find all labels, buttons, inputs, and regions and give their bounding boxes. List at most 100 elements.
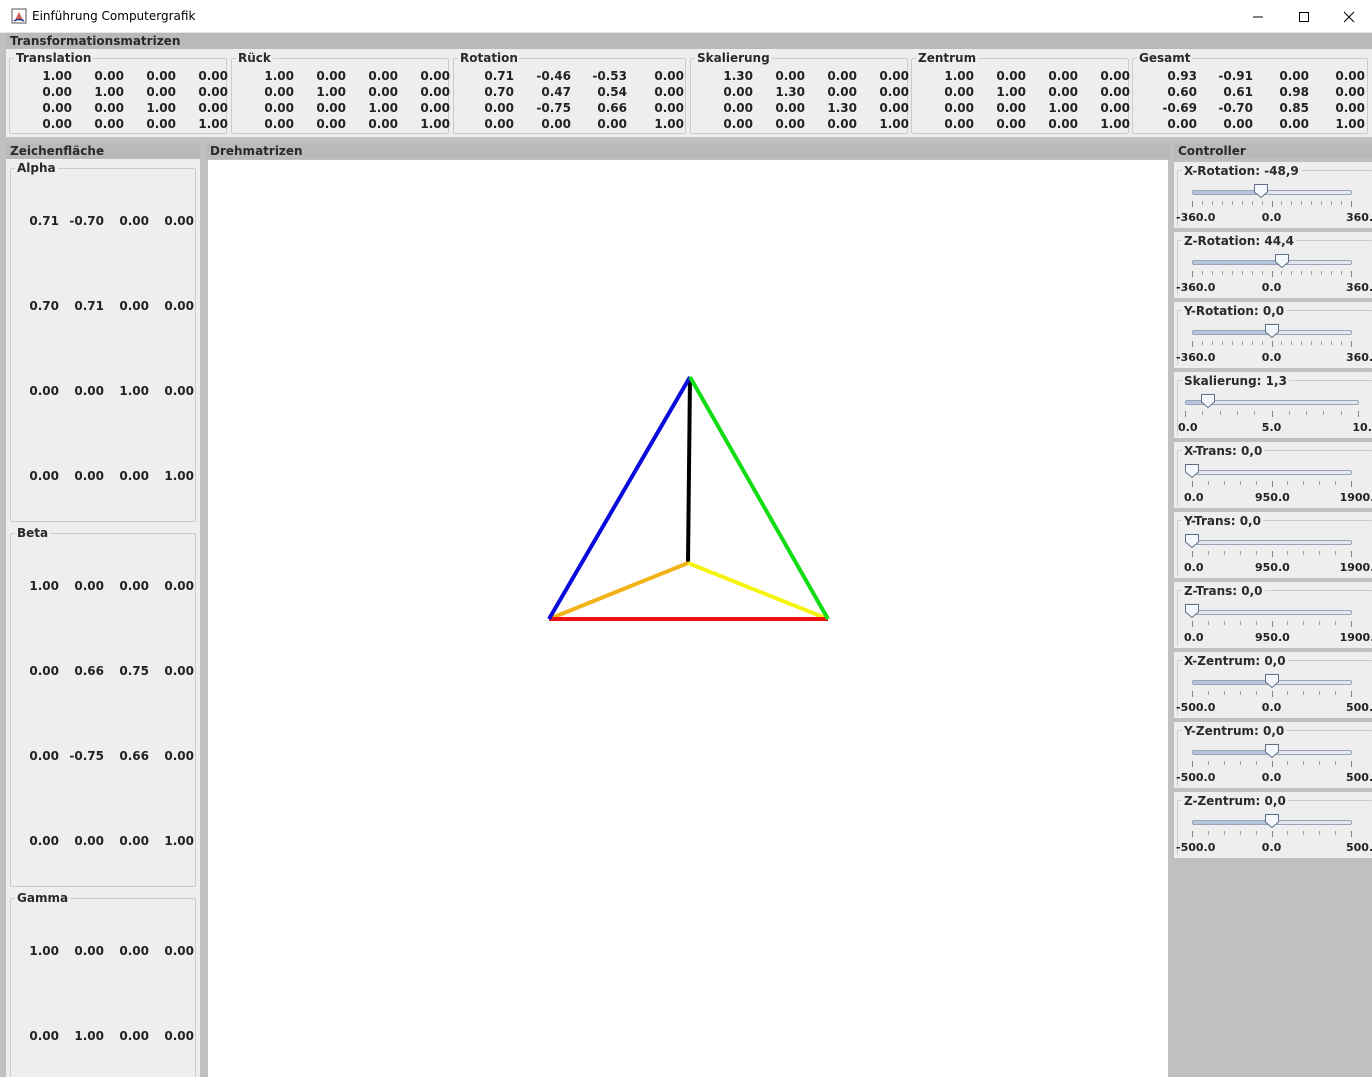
slider-tick [1351, 271, 1352, 277]
slider-scale-label: 10.0 [1352, 421, 1372, 434]
slider-tick [1223, 761, 1225, 765]
slider-fill [1193, 751, 1272, 754]
edge-right [688, 376, 830, 620]
rotation-matrix-cell: 0.00 [164, 384, 194, 398]
slider-thumb[interactable] [1264, 743, 1280, 759]
slider-thumb[interactable] [1264, 673, 1280, 689]
slider-track[interactable] [1192, 470, 1352, 475]
slider-tick [1192, 621, 1193, 627]
slider-tick [1351, 551, 1352, 557]
matrix-cell: 1.00 [198, 117, 228, 131]
slider-thumb[interactable] [1184, 603, 1200, 619]
matrix-cell: 0.00 [420, 101, 450, 115]
rotation-matrix-cell: 0.00 [164, 749, 194, 763]
matrix-cell: 0.00 [198, 85, 228, 99]
slider-ticks [1192, 341, 1352, 347]
matrix-cell: 0.00 [484, 101, 514, 115]
matrix-cell: 0.00 [1335, 101, 1365, 115]
matrix-title: Rück [236, 51, 273, 65]
slider-fill [1193, 681, 1272, 684]
rotation-group-beta: Beta 1.00 0.00 0.00 0.00 0.00 0.66 0.75 0.00 0.00… [10, 526, 196, 887]
slider-thumb[interactable] [1200, 393, 1216, 409]
slider-track[interactable] [1192, 190, 1352, 195]
matrix-cell: 0.00 [1335, 69, 1365, 83]
matrix-cell: 1.00 [996, 85, 1026, 99]
slider-tick [1261, 201, 1263, 205]
slider-tick [1241, 271, 1243, 275]
matrix-cell: 0.00 [879, 101, 909, 115]
matrix-cell: 0.00 [368, 85, 398, 99]
slider-scale-label: -360.0 [1176, 281, 1216, 294]
slider-thumb[interactable] [1184, 463, 1200, 479]
drawing-canvas[interactable] [208, 160, 1168, 1077]
slider-thumb[interactable] [1274, 253, 1290, 269]
slider-tick [1192, 481, 1193, 487]
matrix-cell: 0.00 [1335, 85, 1365, 99]
slider-thumb[interactable] [1264, 813, 1280, 829]
slider-scale-label: -500.0 [1176, 701, 1216, 714]
matrix-cell: 0.61 [1223, 85, 1253, 99]
slider-tick [1281, 341, 1283, 345]
slider-track[interactable] [1192, 610, 1352, 615]
slider-ticks [1185, 411, 1359, 417]
slider-panel-4: X-Trans: 0,0 0.0 950.0 1900.0 [1174, 442, 1372, 508]
slider-tick [1255, 621, 1257, 625]
rotation-matrix-cell: 0.00 [74, 834, 104, 848]
slider-tick [1255, 691, 1257, 695]
slider-tick [1239, 551, 1241, 555]
matrix-cell: 0.00 [723, 101, 753, 115]
slider-track[interactable] [1192, 540, 1352, 545]
slider-tick [1281, 201, 1283, 205]
matrix-cell: 1.00 [654, 117, 684, 131]
matrix-group-translation: Translation 1.00 0.00 0.00 0.00 0.00 1.00 0.00 0… [9, 51, 228, 134]
matrix-cell: 0.66 [597, 101, 627, 115]
slider-tick [1255, 761, 1257, 765]
slider-tick [1239, 481, 1241, 485]
maximize-button[interactable] [1281, 0, 1327, 33]
section-header-controller: Controller [1174, 143, 1372, 159]
slider-tick [1192, 341, 1193, 347]
slider-scale-label: 0.0 [1178, 421, 1198, 434]
slider-tick [1303, 761, 1305, 765]
rotation-matrix-cell: -0.75 [69, 749, 104, 763]
slider-tick [1271, 411, 1273, 417]
slider-scale-label: 950.0 [1255, 631, 1290, 644]
slider-label: Y-Zentrum: 0,0 [1182, 724, 1287, 738]
slider-tick [1341, 201, 1343, 205]
matrix-cell: 0.00 [368, 69, 398, 83]
slider-label: Y-Trans: 0,0 [1182, 514, 1263, 528]
matrix-cell: 1.00 [1048, 101, 1078, 115]
matrix-cell: 0.00 [879, 85, 909, 99]
tetrahedron-drawing [547, 375, 830, 621]
rotation-matrix-cell: 1.00 [164, 834, 194, 848]
matrix-cell: 1.00 [944, 69, 974, 83]
slider-tick [1303, 551, 1305, 555]
rotation-matrix-cell: 1.00 [119, 384, 149, 398]
matrix-cell: -0.53 [592, 69, 627, 83]
minimize-icon [1253, 16, 1263, 17]
matrix-cell: 0.00 [1100, 85, 1130, 99]
slider-ticks [1192, 201, 1352, 207]
slider-tick [1351, 481, 1352, 487]
matrix-cell: 0.00 [484, 117, 514, 131]
close-button[interactable] [1326, 0, 1372, 33]
matrix-cell: 1.00 [420, 117, 450, 131]
slider-label: Y-Rotation: 0,0 [1182, 304, 1287, 318]
slider-tick [1287, 481, 1289, 485]
matrix-cell: 1.00 [1100, 117, 1130, 131]
minimize-button[interactable] [1235, 0, 1281, 33]
slider-thumb[interactable] [1264, 323, 1280, 339]
matrix-cell: 0.00 [944, 85, 974, 99]
slider-thumb[interactable] [1253, 183, 1269, 199]
slider-tick [1331, 341, 1333, 345]
slider-tick [1351, 691, 1352, 697]
slider-panel-9: Z-Zentrum: 0,0 -500.0 0.0 500.0 [1174, 792, 1372, 858]
matrix-cell: 0.54 [597, 85, 627, 99]
slider-panel-3: Skalierung: 1,3 0.0 5.0 10.0 [1174, 372, 1372, 438]
slider-track[interactable] [1192, 260, 1352, 265]
slider-tick [1255, 481, 1257, 485]
matrix-cell: -0.91 [1218, 69, 1253, 83]
matrix-cell: 0.00 [420, 69, 450, 83]
rotation-matrix-cell: 1.00 [74, 1029, 104, 1043]
slider-thumb[interactable] [1184, 533, 1200, 549]
